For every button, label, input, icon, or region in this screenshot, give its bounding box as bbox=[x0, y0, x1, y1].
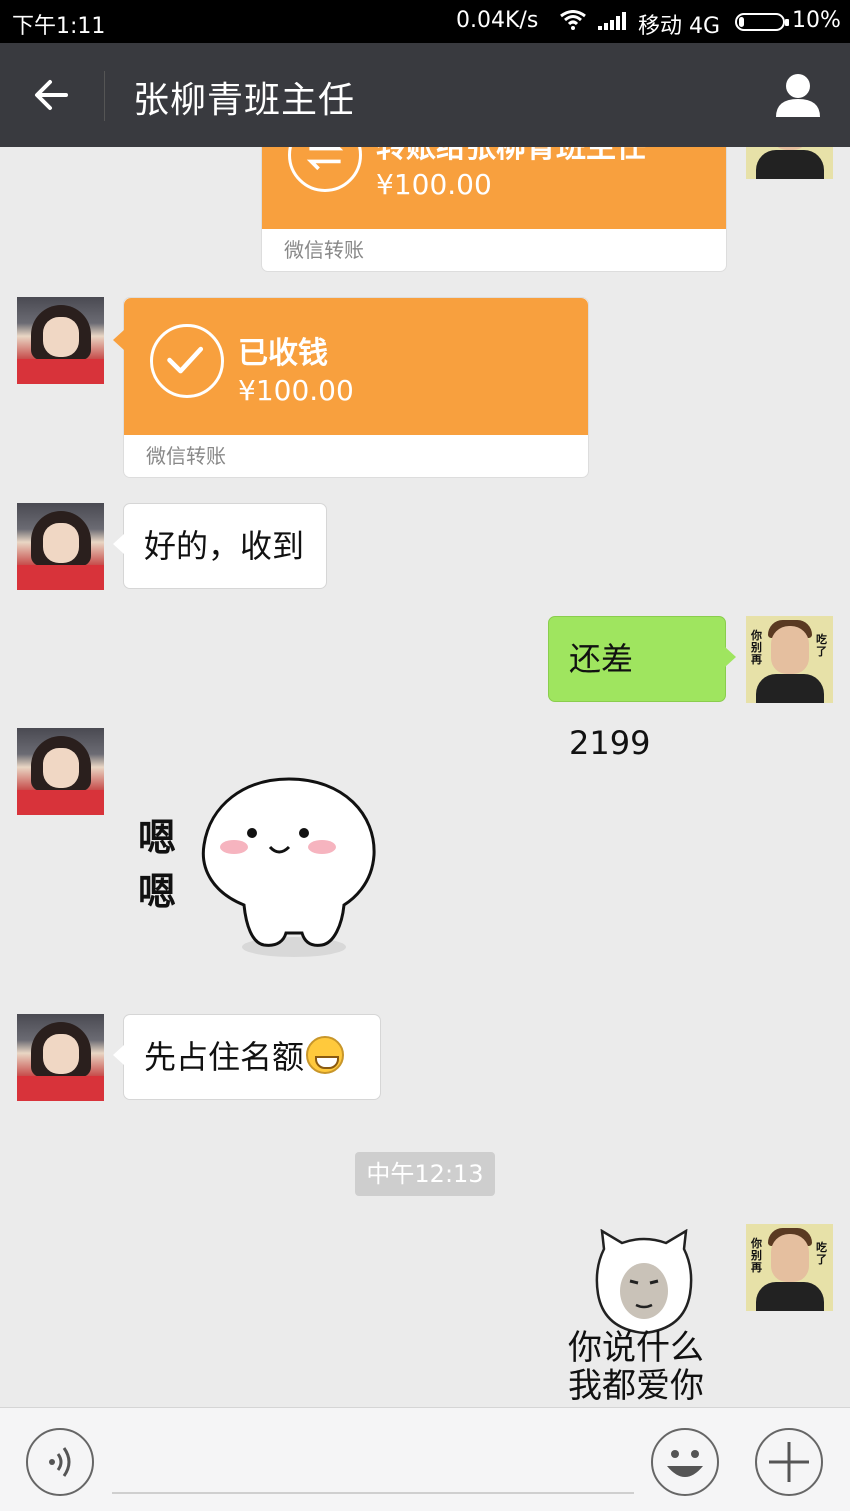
message-input[interactable] bbox=[112, 1492, 634, 1494]
status-time: 下午1:11 bbox=[12, 14, 106, 39]
contact-profile-icon[interactable] bbox=[774, 71, 822, 119]
voice-icon bbox=[49, 1447, 71, 1477]
contact-avatar[interactable] bbox=[17, 1014, 104, 1101]
transfer-sent-card[interactable]: 转账给张柳青班主任 ¥100.00 微信转账 bbox=[261, 147, 727, 272]
transfer-sent-footer: 微信转账 bbox=[284, 238, 364, 262]
chat-header: 张柳青班主任 bbox=[0, 43, 850, 147]
sticker-text: 嗯嗯 bbox=[138, 816, 177, 914]
emoji-button[interactable] bbox=[651, 1428, 719, 1496]
contact-avatar[interactable] bbox=[17, 503, 104, 590]
contact-avatar[interactable] bbox=[17, 728, 104, 815]
check-icon bbox=[150, 324, 224, 398]
battery-icon bbox=[735, 13, 789, 31]
my-avatar[interactable] bbox=[746, 147, 833, 179]
transfer-sent-label: 转账给张柳青班主任 bbox=[376, 147, 646, 165]
transfer-received-label: 已收钱 bbox=[238, 336, 328, 371]
more-options-button[interactable] bbox=[755, 1428, 823, 1496]
message-text: 先占住名额 bbox=[144, 1038, 305, 1076]
carrier-label: 移动 4G bbox=[638, 14, 721, 39]
grinning-emoji-icon bbox=[306, 1036, 345, 1074]
message-bubble-sent[interactable]: 还差2199 bbox=[548, 616, 736, 762]
network-speed: 0.04K/s bbox=[456, 8, 539, 33]
cat-face-sticker-icon bbox=[595, 1229, 693, 1335]
voice-input-button[interactable] bbox=[26, 1428, 94, 1496]
chat-area[interactable]: 转账给张柳青班主任 ¥100.00 微信转账 已收钱 ¥100.00 微信转账 … bbox=[0, 147, 850, 1407]
sticker-message[interactable]: 你说什么 我都爱你 bbox=[560, 1227, 730, 1407]
header-divider bbox=[104, 71, 105, 121]
input-bar bbox=[0, 1407, 850, 1511]
back-arrow-icon[interactable] bbox=[32, 75, 72, 115]
message-bubble[interactable]: 好的，收到 bbox=[113, 503, 327, 589]
timestamp: 中午12:13 bbox=[355, 1152, 495, 1196]
avatar-text-right: 吃了 bbox=[816, 1241, 827, 1266]
signal-icon bbox=[598, 12, 626, 30]
wifi-icon bbox=[560, 10, 586, 30]
battery-percent: 10% bbox=[792, 8, 841, 33]
transfer-arrows-icon bbox=[288, 147, 362, 192]
sticker-caption-line1: 你说什么 bbox=[568, 1328, 704, 1368]
contact-avatar[interactable] bbox=[17, 297, 104, 384]
status-bar: 下午1:11 0.04K/s 移动 4G 10% bbox=[0, 0, 850, 43]
my-avatar[interactable]: 你别再 吃了 bbox=[746, 1224, 833, 1311]
transfer-received-card[interactable]: 已收钱 ¥100.00 微信转账 bbox=[113, 297, 589, 478]
avatar-text-right: 吃了 bbox=[816, 633, 827, 658]
transfer-sent-amount: ¥100.00 bbox=[376, 168, 492, 201]
sticker-caption-line2: 我都爱你 bbox=[568, 1366, 704, 1406]
transfer-received-footer: 微信转账 bbox=[146, 444, 226, 468]
chat-title: 张柳青班主任 bbox=[133, 80, 356, 121]
avatar-text-left: 你别再 bbox=[751, 1237, 762, 1274]
dumpling-sticker-icon bbox=[201, 777, 376, 957]
message-bubble[interactable]: 先占住名额 bbox=[113, 1014, 381, 1100]
sticker-message[interactable]: 嗯嗯 bbox=[130, 767, 390, 967]
transfer-received-amount: ¥100.00 bbox=[238, 374, 354, 407]
my-avatar[interactable]: 你别再 吃了 bbox=[746, 616, 833, 703]
smiley-icon bbox=[667, 1450, 703, 1477]
plus-icon bbox=[769, 1442, 809, 1482]
avatar-text-left: 你别再 bbox=[751, 629, 762, 666]
